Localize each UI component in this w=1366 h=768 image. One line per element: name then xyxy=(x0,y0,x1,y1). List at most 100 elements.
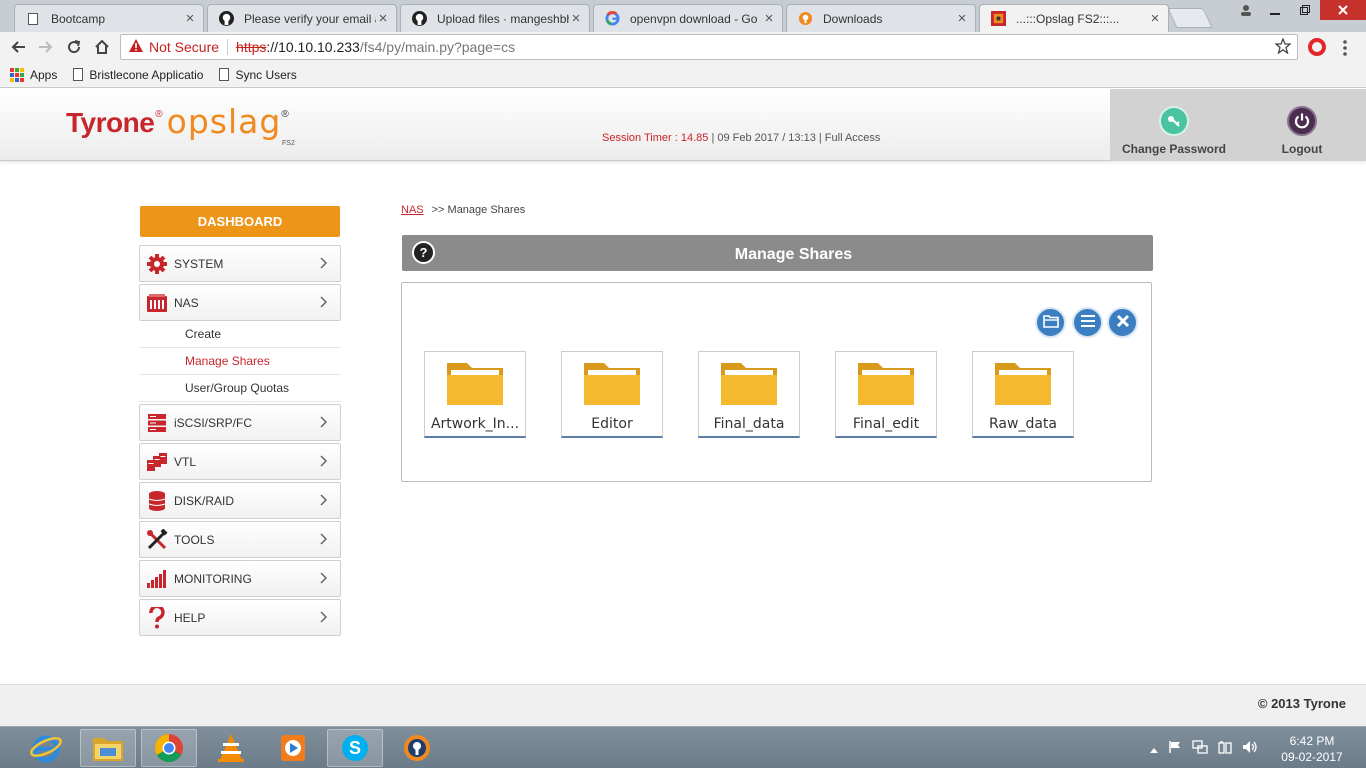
bookmark-apps[interactable]: Apps xyxy=(10,67,57,82)
change-password-button[interactable]: Change Password xyxy=(1110,89,1238,161)
sidebar-item-vtl[interactable]: VTL xyxy=(139,443,341,480)
chevron-right-icon xyxy=(320,493,340,509)
sidebar-item-iscsi[interactable]: iSCSI/SRP/FC xyxy=(139,404,341,441)
share-item-final-edit[interactable]: Final_edit xyxy=(835,351,937,438)
tab-close-icon[interactable]: × xyxy=(569,10,583,27)
openvpn-icon xyxy=(797,11,813,27)
chrome-icon[interactable] xyxy=(141,729,197,767)
browser-tab-bootcamp[interactable]: Bootcamp × xyxy=(14,4,204,32)
tab-close-icon[interactable]: × xyxy=(376,10,390,27)
sidebar-item-help[interactable]: HELP xyxy=(139,599,341,636)
skype-icon[interactable]: S xyxy=(327,729,383,767)
opslag-favicon-icon xyxy=(990,11,1006,27)
security-status[interactable]: Not Secure xyxy=(149,39,219,55)
opera-extension-icon[interactable] xyxy=(1308,38,1326,56)
share-item-final-data[interactable]: Final_data xyxy=(698,351,800,438)
submenu-item-user-group-quotas[interactable]: User/Group Quotas xyxy=(139,375,341,402)
volume-icon[interactable] xyxy=(1242,740,1258,757)
new-tab-button[interactable] xyxy=(1167,8,1213,28)
registered-mark: ® xyxy=(155,109,163,120)
window-controls xyxy=(1232,0,1366,22)
battery-icon[interactable] xyxy=(1218,740,1232,757)
profile-icon[interactable] xyxy=(1232,0,1260,20)
chevron-right-icon xyxy=(320,454,340,470)
submenu-item-manage-shares[interactable]: Manage Shares xyxy=(139,348,341,375)
github-icon xyxy=(218,11,234,27)
restore-icon[interactable] xyxy=(1290,0,1320,20)
browser-tab-openvpn[interactable]: openvpn download - Go × xyxy=(593,4,783,32)
sidebar-item-label: MONITORING xyxy=(174,571,252,586)
home-icon[interactable] xyxy=(92,37,112,57)
page-title: Manage Shares xyxy=(734,246,853,263)
folder-icon xyxy=(993,359,1053,410)
sidebar-item-monitoring[interactable]: MONITORING xyxy=(139,560,341,597)
session-details: | 09 Feb 2017 / 13:13 | Full Access xyxy=(708,132,881,144)
sidebar-item-disk-raid[interactable]: DISK/RAID xyxy=(139,482,341,519)
share-item-editor[interactable]: Editor xyxy=(561,351,663,438)
list-view-button[interactable] xyxy=(1072,307,1103,338)
tab-title: ...:::Opslag FS2:::... xyxy=(1016,11,1120,26)
logo-product: opslag xyxy=(166,102,282,141)
submenu-item-create[interactable]: Create xyxy=(139,321,341,348)
logout-button[interactable]: Logout xyxy=(1238,89,1366,161)
sidebar-item-label: iSCSI/SRP/FC xyxy=(174,415,253,430)
share-item-raw-data[interactable]: Raw_data xyxy=(972,351,1074,438)
breadcrumb-nas-link[interactable]: NAS xyxy=(401,204,424,216)
browser-tab-downloads[interactable]: Downloads × xyxy=(786,4,976,32)
delete-button[interactable] xyxy=(1107,307,1138,338)
google-icon xyxy=(604,11,620,27)
sidebar-item-label: SYSTEM xyxy=(174,256,224,271)
session-timer: Session Timer : 14.85 xyxy=(602,132,709,144)
bookmark-star-icon[interactable] xyxy=(1274,37,1292,59)
windows-taskbar: S 6:42 PM 09-02-2017 xyxy=(0,726,1366,768)
bookmark-bristlecone[interactable]: Bristlecone Applicatio xyxy=(73,68,203,82)
tab-close-icon[interactable]: × xyxy=(1148,10,1162,27)
chevron-right-icon xyxy=(320,571,340,587)
back-arrow-icon[interactable] xyxy=(8,37,28,57)
apps-grid-icon xyxy=(10,67,24,82)
browser-menu-icon[interactable] xyxy=(1343,40,1347,56)
internet-explorer-icon[interactable] xyxy=(18,729,74,767)
share-item-artwork[interactable]: Artwork_In... xyxy=(424,351,526,438)
list-icon xyxy=(1080,314,1096,331)
sidebar-item-system[interactable]: SYSTEM xyxy=(139,245,341,282)
sidebar-item-label: HELP xyxy=(174,610,206,625)
system-clock[interactable]: 6:42 PM 09-02-2017 xyxy=(1280,733,1344,765)
show-hidden-icons-icon[interactable] xyxy=(1150,741,1158,756)
browser-toolbar: Not Secure https ://10.10.10.233 /fs4/py… xyxy=(0,32,1366,62)
sidebar-item-nas[interactable]: NAS xyxy=(139,284,341,321)
reload-icon[interactable] xyxy=(64,37,84,57)
server-icon xyxy=(146,412,168,434)
logo-brand: Tyrone xyxy=(66,107,155,138)
tab-close-icon[interactable]: × xyxy=(955,10,969,27)
browser-tab-upload-files[interactable]: Upload files · mangeshbh × xyxy=(400,4,590,32)
tab-close-icon[interactable]: × xyxy=(183,10,197,27)
openvpn-icon[interactable] xyxy=(389,729,445,767)
tab-title: Downloads xyxy=(823,11,883,26)
tab-close-icon[interactable]: × xyxy=(762,10,776,27)
sidebar-item-tools[interactable]: TOOLS xyxy=(139,521,341,558)
file-explorer-icon[interactable] xyxy=(80,729,136,767)
action-center-flag-icon[interactable] xyxy=(1168,740,1182,757)
nas-icon xyxy=(146,292,168,314)
forward-arrow-icon[interactable] xyxy=(36,37,56,57)
minimize-icon[interactable] xyxy=(1260,0,1290,20)
window-close-icon[interactable] xyxy=(1320,0,1366,20)
folder-icon xyxy=(856,359,916,410)
browser-tab-verify-email[interactable]: Please verify your email a × xyxy=(207,4,397,32)
media-player-icon[interactable] xyxy=(265,729,321,767)
sidebar-item-label: NAS xyxy=(174,295,199,310)
network-icon[interactable] xyxy=(1192,739,1208,757)
power-icon xyxy=(1287,106,1317,136)
url-scheme: https xyxy=(236,39,267,55)
bookmark-sync-users[interactable]: Sync Users xyxy=(219,68,297,82)
page-header: Tyrone ® opslag ® FS2 Session Timer : 14… xyxy=(0,89,1366,161)
tab-title: openvpn download - Go xyxy=(630,11,758,26)
dashboard-button[interactable]: DASHBOARD xyxy=(140,206,340,237)
address-bar[interactable]: Not Secure https ://10.10.10.233 /fs4/py… xyxy=(120,34,1298,60)
breadcrumb: NAS >> Manage Shares xyxy=(401,204,525,216)
browser-tab-opslag[interactable]: ...:::Opslag FS2:::... × xyxy=(979,4,1169,32)
vlc-icon[interactable] xyxy=(203,729,259,767)
chevron-right-icon xyxy=(320,415,340,431)
open-folder-button[interactable] xyxy=(1035,307,1066,338)
